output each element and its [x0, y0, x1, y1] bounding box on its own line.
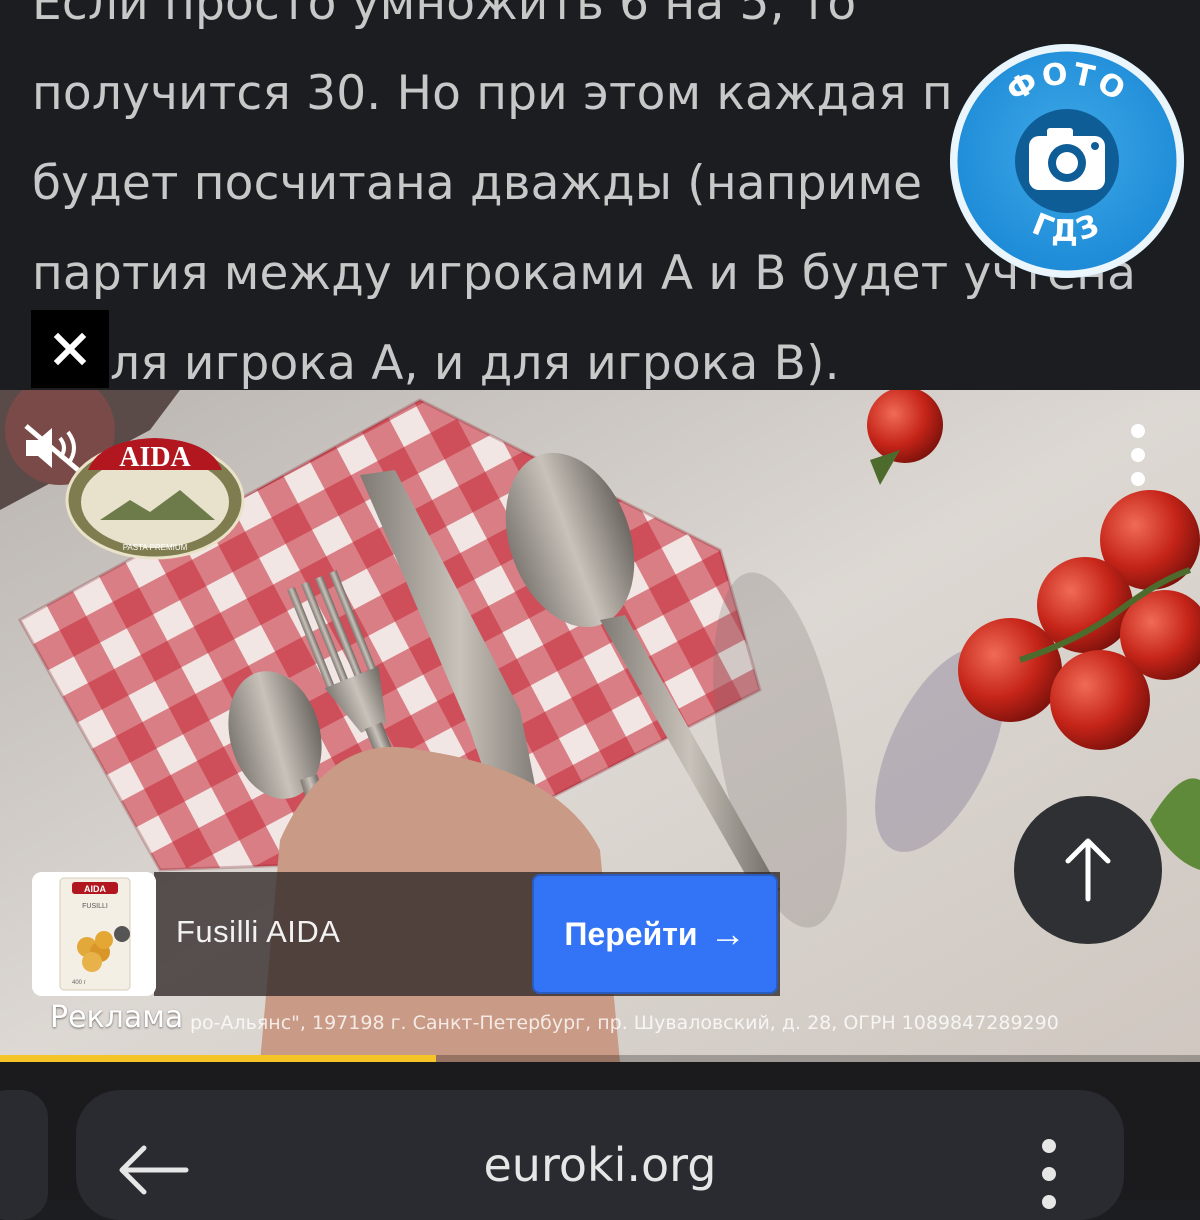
aida-logo-subtext: PASTA PREMIUM: [123, 543, 188, 552]
ad-progress-fill: [0, 1055, 436, 1062]
ad-cta-bar[interactable]: AIDA FUSILLI 400 г Fusilli AIDA Перейти …: [32, 872, 780, 996]
url-text[interactable]: euroki.org: [0, 1138, 1200, 1192]
thumb-brand-text: AIDA: [84, 884, 106, 894]
scroll-to-top-button[interactable]: [1014, 796, 1162, 944]
arrow-right-icon: →: [709, 913, 746, 954]
arrow-up-icon: [1065, 838, 1111, 902]
ad-go-button-label: Перейти: [564, 915, 698, 952]
ad-go-button[interactable]: Перейти →: [532, 874, 778, 994]
photo-gdz-badge-art: ФОТО ГДЗ: [952, 46, 1182, 276]
aida-logo: AIDA PASTA PREMIUM: [60, 430, 250, 560]
article-line: будет посчитана дважды (наприме: [32, 156, 923, 211]
camera-icon: [1015, 109, 1119, 213]
badge-top-text: ФОТО: [1001, 56, 1131, 110]
ad-legal-text: ро-Альянс", 197198 г. Санкт-Петербург, п…: [190, 1012, 1059, 1034]
photo-gdz-button[interactable]: ФОТО ГДЗ: [950, 44, 1184, 278]
product-thumbnail[interactable]: AIDA FUSILLI 400 г: [32, 872, 156, 996]
svg-text:ФОТО: ФОТО: [1001, 56, 1134, 110]
article-line: Если просто умножить 6 на 5, то: [32, 0, 857, 31]
thumb-product-text: FUSILLI: [82, 903, 108, 910]
product-package-image: AIDA FUSILLI 400 г: [32, 872, 156, 996]
ad-label: Реклама: [50, 1000, 184, 1035]
article-line: ля игрока А, и для игрока В).: [110, 336, 840, 390]
badge-bottom-text: ГДЗ: [1027, 207, 1103, 249]
thumb-weight-text: 400 г: [72, 980, 87, 986]
more-vertical-icon: [1131, 424, 1145, 486]
svg-text:ГДЗ: ГДЗ: [1027, 207, 1106, 249]
aida-logo-text: AIDA: [119, 442, 191, 473]
close-ad-button[interactable]: [31, 310, 109, 388]
ad-product-name[interactable]: Fusilli AIDA: [176, 914, 340, 950]
close-icon: [53, 332, 87, 366]
ad-menu-button[interactable]: [1120, 420, 1156, 490]
article-line: получится 30. Но при этом каждая п: [32, 66, 953, 121]
